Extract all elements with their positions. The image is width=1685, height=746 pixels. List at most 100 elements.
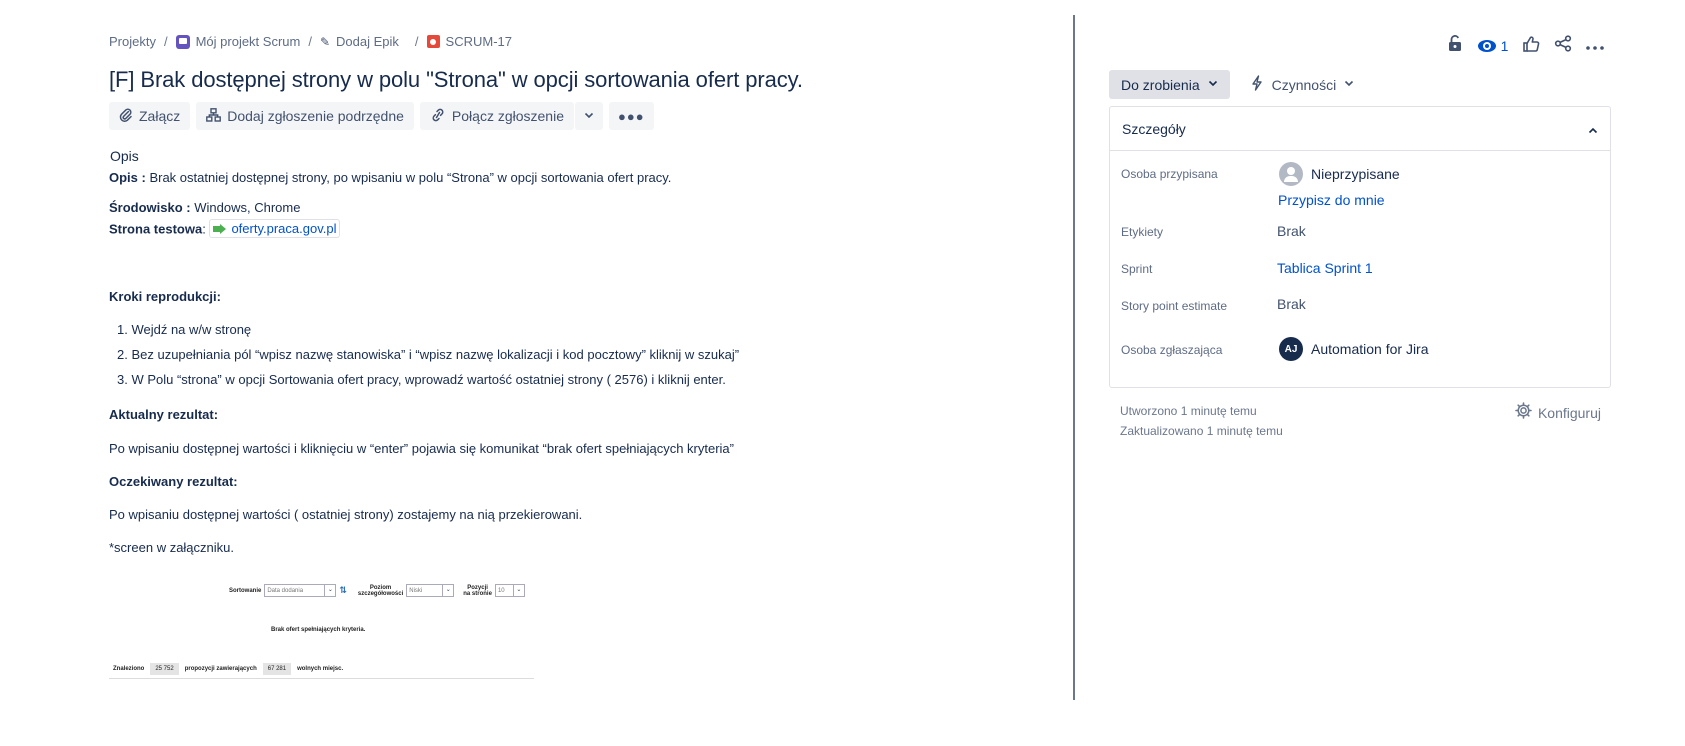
updated-timestamp: Zaktualizowano 1 minutę temu — [1120, 424, 1283, 438]
attachment-divider — [109, 678, 534, 679]
sort-direction-icon: ⇅ — [339, 585, 347, 595]
attachment-found-label: Znaleziono — [113, 666, 145, 672]
chevron-down-icon — [584, 111, 594, 122]
assignee-value: Nieprzypisane — [1311, 166, 1400, 182]
breadcrumb: Projekty / Mój projekt Scrum / ✎ Dodaj E… — [109, 34, 512, 49]
attach-button[interactable]: Załącz — [109, 102, 191, 130]
link-issue-group: Połącz zgłoszenie — [419, 102, 603, 130]
share-icon — [1554, 35, 1572, 57]
breadcrumb-separator: / — [308, 34, 312, 49]
actions-dropdown[interactable]: Czynności — [1250, 70, 1355, 99]
attachment-sort-row: Sortowanie Data dodania ⌄ ⇅ Poziom szcze… — [229, 584, 525, 597]
attachment-proposals-label: propozycji zawierających — [184, 666, 257, 672]
share-button[interactable] — [1547, 30, 1579, 62]
chevron-down-icon: ⌄ — [512, 585, 524, 596]
assignee-field[interactable]: Nieprzypisane — [1279, 162, 1400, 186]
bug-icon — [426, 35, 440, 48]
step-item: 2. Bez uzupełniania pól “wpisz nazwę sta… — [117, 347, 740, 362]
lightning-icon — [1250, 75, 1264, 94]
link-issue-button[interactable]: Połącz zgłoszenie — [419, 102, 574, 130]
step-item: 3. W Polu “strona” w opcji Sortowania of… — [117, 372, 726, 387]
assignee-label: Osoba przypisana — [1121, 167, 1218, 181]
link-icon — [430, 108, 446, 125]
details-header[interactable]: Szczegóły — [1110, 107, 1610, 151]
opis-label: Opis : — [109, 170, 146, 185]
configure-button[interactable]: Konfiguruj — [1515, 402, 1601, 424]
breadcrumb-separator: / — [414, 34, 419, 49]
issue-title[interactable]: [F] Brak dostępnej strony w polu "Strona… — [109, 67, 803, 93]
environment-text: Windows, Chrome — [190, 200, 301, 215]
attachment-level-label: Poziom szczegółowości — [358, 585, 403, 597]
issue-sidebar: 1 Do zrobienia Czynności Szczegóły Osoba… — [1109, 0, 1611, 746]
created-timestamp: Utworzono 1 minutę temu — [1120, 404, 1257, 418]
attachment-found-row: Znaleziono 25 752 propozycji zawierający… — [113, 663, 343, 675]
attachment-found-count: 25 752 — [150, 663, 179, 675]
breadcrumb-projects[interactable]: Projekty — [109, 34, 156, 49]
restrictions-button[interactable] — [1439, 30, 1471, 62]
attachment-level-value: Niski — [409, 587, 423, 594]
steps-heading-text: Kroki reprodukcji: — [109, 289, 221, 304]
add-child-issue-button[interactable]: Dodaj zgłoszenie podrzędne — [196, 102, 414, 130]
chevron-up-icon — [1588, 121, 1598, 137]
thumbs-up-icon — [1522, 35, 1540, 57]
link-issue-label: Połącz zgłoszenie — [451, 108, 564, 124]
story-points-label: Story point estimate — [1121, 299, 1228, 313]
paperclip-icon — [119, 107, 133, 125]
status-label: Do zrobienia — [1121, 76, 1200, 93]
test-page-colon: : — [202, 221, 206, 237]
breadcrumb-epic[interactable]: ✎ Dodaj Epik — [320, 34, 399, 49]
expected-result-heading: Oczekiwany rezultat: — [109, 474, 238, 489]
breadcrumb-project[interactable]: Mój projekt Scrum — [175, 34, 300, 49]
breadcrumb-projects-label: Projekty — [109, 34, 156, 49]
more-button[interactable] — [1579, 30, 1611, 62]
reporter-field[interactable]: AJ Automation for Jira — [1279, 337, 1429, 361]
actions-label: Czynności — [1271, 76, 1337, 93]
description-heading: Opis — [110, 148, 139, 164]
status-dropdown[interactable]: Do zrobienia — [1109, 70, 1230, 99]
attachment-per-page-select: 10 ⌄ — [494, 584, 525, 597]
breadcrumb-issue-key: SCRUM-17 — [445, 34, 512, 49]
attach-label: Załącz — [139, 108, 181, 124]
chevron-down-icon — [1344, 79, 1354, 90]
attachment-image[interactable]: Sortowanie Data dodania ⌄ ⇅ Poziom szcze… — [109, 580, 534, 680]
gear-icon — [1515, 402, 1532, 424]
actual-result-heading-text: Aktualny rezultat: — [109, 407, 219, 422]
description-environment[interactable]: Środowisko : Windows, Chrome — [109, 200, 300, 215]
chevron-down-icon: ⌄ — [324, 585, 335, 596]
step-item: 1. Wejdź na w/w stronę — [117, 322, 252, 337]
attachment-sort-value: Data dodania — [267, 587, 304, 594]
breadcrumb-epic-label: Dodaj Epik — [336, 34, 399, 49]
attachment-no-results: Brak ofert spełniających kryteria. — [271, 627, 366, 633]
status-row: Do zrobienia Czynności — [1109, 70, 1354, 99]
description-summary[interactable]: Opis : Brak ostatniej dostępnej strony, … — [109, 170, 671, 185]
more-actions-button[interactable]: ●●● — [608, 102, 654, 130]
hierarchy-icon — [206, 107, 222, 125]
link-issue-dropdown[interactable] — [574, 102, 603, 130]
sprint-value[interactable]: Tablica Sprint 1 — [1277, 260, 1373, 276]
panel-divider[interactable] — [1073, 15, 1075, 700]
like-button[interactable] — [1515, 30, 1547, 62]
attachment-sort-select: Data dodania ⌄ — [264, 584, 337, 597]
assign-to-me-link[interactable]: Przypisz do mnie — [1278, 192, 1385, 208]
labels-value[interactable]: Brak — [1277, 223, 1306, 239]
more-icon: ●●● — [617, 108, 645, 124]
environment-label: Środowisko : — [109, 200, 191, 215]
watch-count: 1 — [1500, 38, 1509, 54]
configure-label: Konfiguruj — [1537, 405, 1601, 421]
labels-label: Etykiety — [1121, 225, 1164, 239]
attachment-per-page-value: 10 — [497, 587, 505, 594]
reporter-label: Osoba zgłaszająca — [1121, 343, 1223, 357]
actual-result-text: Po wpisaniu dostępnej wartości i kliknię… — [109, 441, 734, 456]
project-icon — [175, 34, 190, 49]
watch-button[interactable]: 1 — [1471, 30, 1515, 62]
test-page-link[interactable]: oferty.praca.gov.pl — [209, 219, 341, 238]
chevron-down-icon: ⌄ — [442, 585, 453, 596]
avatar: AJ — [1279, 337, 1303, 361]
attachment-level-label-2: szczegółowości — [357, 590, 404, 597]
attachment-positions-label: wolnych miejsc. — [297, 666, 344, 672]
story-points-value[interactable]: Brak — [1277, 296, 1306, 312]
steps-heading: Kroki reprodukcji: — [109, 289, 221, 304]
attachment-sort-label: Sortowanie — [229, 587, 262, 594]
opis-text: Brak ostatniej dostępnej strony, po wpis… — [145, 170, 672, 185]
breadcrumb-issue[interactable]: SCRUM-17 — [426, 34, 512, 49]
